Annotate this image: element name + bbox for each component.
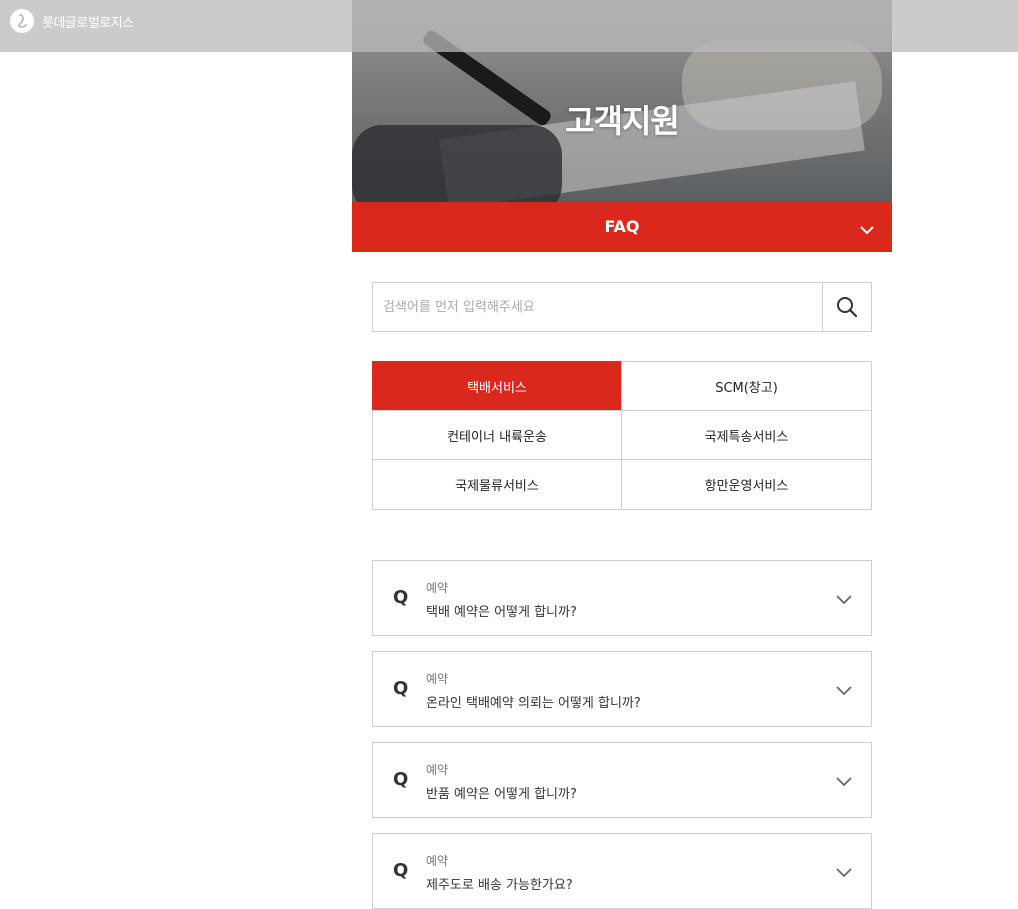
faq-question: 택배 예약은 어떻게 합니까? xyxy=(426,605,577,620)
tab-international-express[interactable]: 국제특송서비스 xyxy=(621,410,872,460)
page-title: 고객지원 xyxy=(565,102,680,140)
logo[interactable]: 롯데글로벌로지스 xyxy=(10,9,134,33)
faq-question: 반품 예약은 어떻게 합니까? xyxy=(426,787,577,802)
tab-container-inland[interactable]: 컨테이너 내륙운송 xyxy=(372,410,622,460)
search-input[interactable] xyxy=(373,283,813,331)
faq-item[interactable]: Q 예약 온라인 택배예약 의뢰는 어떻게 합니까? xyxy=(372,651,872,727)
faq-q-marker: Q xyxy=(393,769,409,790)
faq-category: 예약 xyxy=(426,581,449,595)
tab-parcel-service[interactable]: 택배서비스 xyxy=(372,361,622,411)
chevron-down-icon xyxy=(860,220,874,239)
chevron-down-icon xyxy=(835,591,853,610)
search-icon xyxy=(837,297,858,318)
search-box xyxy=(372,282,872,332)
search-button[interactable] xyxy=(822,283,871,331)
logo-text: 롯데글로벌로지스 xyxy=(42,15,134,31)
faq-category: 예약 xyxy=(426,763,449,777)
tab-scm[interactable]: SCM(창고) xyxy=(621,361,872,411)
faq-category: 예약 xyxy=(426,854,449,868)
faq-question: 온라인 택배예약 의뢰는 어떻게 합니까? xyxy=(426,696,641,711)
faq-q-marker: Q xyxy=(393,860,409,881)
faq-category: 예약 xyxy=(426,672,449,686)
section-dropdown-label: FAQ xyxy=(604,217,640,236)
faq-question: 제주도로 배송 가능한가요? xyxy=(426,878,573,893)
faq-item[interactable]: Q 예약 반품 예약은 어떻게 합니까? xyxy=(372,742,872,818)
category-tabs: 택배서비스 SCM(창고) 컨테이너 내륙운송 국제특송서비스 국제물류서비스 … xyxy=(372,361,872,510)
tab-international-logistics[interactable]: 국제물류서비스 xyxy=(372,459,622,510)
faq-q-marker: Q xyxy=(393,678,409,699)
section-dropdown[interactable]: FAQ xyxy=(352,202,892,252)
faq-q-marker: Q xyxy=(393,587,409,608)
faq-item[interactable]: Q 예약 택배 예약은 어떻게 합니까? xyxy=(372,560,872,636)
top-header: 롯데글로벌로지스 xyxy=(0,0,1018,52)
tab-port-operation[interactable]: 항만운영서비스 xyxy=(621,459,872,510)
chevron-down-icon xyxy=(835,864,853,883)
lotte-logo-icon xyxy=(10,9,34,33)
chevron-down-icon xyxy=(835,682,853,701)
chevron-down-icon xyxy=(835,773,853,792)
